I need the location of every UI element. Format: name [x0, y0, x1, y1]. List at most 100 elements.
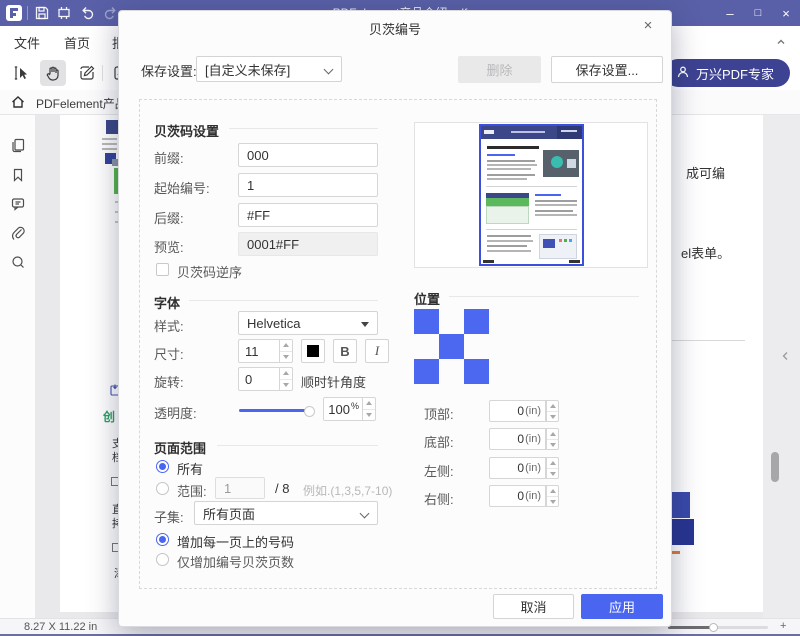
position-cell-middle-right[interactable]: [464, 334, 489, 359]
thumb-header-logo: [484, 130, 494, 134]
thumb-image-detail: [551, 156, 563, 168]
collapse-ribbon-icon[interactable]: [776, 34, 786, 44]
position-cell-center[interactable]: [439, 334, 464, 359]
reverse-order-checkbox[interactable]: [156, 263, 169, 276]
app-logo-icon: [6, 5, 22, 21]
position-cell-top-left[interactable]: [414, 309, 439, 334]
minimize-button[interactable]: –: [716, 0, 744, 26]
delete-settings-button[interactable]: 删除: [458, 56, 541, 83]
zoom-slider-track[interactable]: [668, 626, 768, 629]
save-icon[interactable]: [34, 5, 50, 21]
pages-panel-icon[interactable]: [10, 137, 26, 153]
menu-item-file[interactable]: 文件: [14, 33, 40, 52]
cancel-button[interactable]: 取消: [493, 594, 574, 619]
bold-button[interactable]: B: [333, 339, 357, 363]
margin-top-spinner[interactable]: [546, 400, 559, 422]
expert-account-button[interactable]: 万兴PDF专家: [664, 59, 790, 87]
start-number-input[interactable]: [238, 173, 378, 197]
font-color-swatch: [307, 345, 319, 357]
search-icon[interactable]: [10, 254, 26, 270]
thumb-image-detail: [564, 239, 567, 242]
undo-icon[interactable]: [80, 5, 96, 21]
maximize-button[interactable]: □: [744, 0, 772, 26]
font-color-button[interactable]: [301, 339, 325, 363]
prefix-input[interactable]: [238, 143, 378, 167]
zoom-slider-thumb[interactable]: [709, 623, 718, 632]
attachment-icon[interactable]: [10, 225, 26, 241]
save-settings-button[interactable]: 保存设置...: [551, 56, 663, 83]
total-pages-label: / 8: [275, 481, 289, 496]
rotate-spinner[interactable]: 0: [238, 367, 293, 391]
position-cell-bottom-right[interactable]: [464, 359, 489, 384]
edit-tool-icon[interactable]: [74, 60, 100, 86]
thumb-text-line: [487, 160, 535, 162]
redo-icon[interactable]: [102, 5, 118, 21]
spinner-up-icon[interactable]: [547, 429, 558, 440]
range-all-label: 所有: [177, 459, 203, 478]
margin-bottom-input[interactable]: 0(in): [489, 428, 546, 450]
margin-bottom-spinner[interactable]: [546, 428, 559, 450]
spinner-down-icon[interactable]: [363, 410, 375, 421]
spinner-up-icon[interactable]: [280, 340, 292, 352]
suffix-input[interactable]: [238, 203, 378, 227]
close-window-button[interactable]: ×: [772, 0, 800, 26]
snapshot-icon[interactable]: [56, 5, 72, 21]
comment-icon[interactable]: [10, 196, 26, 212]
spinner-up-icon[interactable]: [547, 401, 558, 412]
subset-select[interactable]: 所有页面: [194, 501, 378, 525]
select-tool-icon[interactable]: [8, 60, 34, 86]
spinner-down-icon[interactable]: [547, 440, 558, 450]
font-size-spinner[interactable]: 11: [238, 339, 293, 363]
menu-item-home[interactable]: 首页: [64, 33, 90, 52]
position-cell-top-right[interactable]: [464, 309, 489, 334]
margin-left-spinner[interactable]: [546, 457, 559, 479]
page-preview-box: [414, 122, 648, 268]
dialog-close-icon[interactable]: ×: [639, 17, 657, 35]
apply-button[interactable]: 应用: [581, 594, 663, 619]
spinner-up-icon[interactable]: [363, 398, 375, 410]
font-style-select[interactable]: Helvetica: [238, 311, 378, 335]
spinner-down-icon[interactable]: [547, 469, 558, 479]
spinner-up-icon[interactable]: [547, 486, 558, 497]
range-custom-label: 范围:: [177, 481, 207, 500]
spinner-down-icon[interactable]: [280, 352, 292, 363]
page-blue-block: [672, 492, 690, 518]
position-cell-middle-left[interactable]: [414, 334, 439, 359]
thumb-text-line: [535, 204, 577, 206]
range-custom-radio[interactable]: [156, 482, 169, 495]
opacity-spinner[interactable]: 100%: [323, 397, 376, 421]
position-cell-bottom-center[interactable]: [439, 359, 464, 384]
spinner-up-icon[interactable]: [547, 458, 558, 469]
position-cell-bottom-left[interactable]: [414, 359, 439, 384]
margin-top-input[interactable]: 0(in): [489, 400, 546, 422]
increase-every-radio[interactable]: [156, 533, 169, 546]
page-text-fragment: 成可编: [686, 163, 725, 182]
spinner-down-icon[interactable]: [547, 412, 558, 422]
spinner-down-icon[interactable]: [280, 380, 292, 391]
margin-right-input[interactable]: 0(in): [489, 485, 546, 507]
bookmark-icon[interactable]: [10, 167, 26, 183]
italic-button[interactable]: I: [365, 339, 389, 363]
margin-left-input[interactable]: 0(in): [489, 457, 546, 479]
home-icon[interactable]: [10, 94, 26, 115]
margin-right-spinner[interactable]: [546, 485, 559, 507]
spinner-up-icon[interactable]: [280, 368, 292, 380]
position-cell-top-center[interactable]: [439, 309, 464, 334]
thumb-image-detail: [543, 239, 555, 248]
thumb-bates-mark-right: [569, 260, 580, 263]
hand-tool-icon[interactable]: [40, 60, 66, 86]
range-input[interactable]: [215, 477, 265, 499]
vertical-scrollbar[interactable]: [771, 452, 779, 482]
zoom-in-icon[interactable]: +: [780, 620, 786, 632]
save-settings-select[interactable]: [自定义未保存]: [196, 56, 342, 82]
margin-right-label: 右侧:: [424, 489, 454, 508]
panel-expand-icon[interactable]: [781, 348, 789, 366]
rotate-label: 旋转:: [154, 372, 184, 391]
opacity-slider[interactable]: [239, 409, 311, 412]
thumb-header-block: [557, 126, 582, 139]
increase-only-radio[interactable]: [156, 553, 169, 566]
spinner-down-icon[interactable]: [547, 497, 558, 507]
range-all-radio[interactable]: [156, 460, 169, 473]
pdfelement-window: PDFelement产品介绍.pdf – □ × 文件 首页 批注: [0, 0, 800, 636]
thumb-bates-mark-left: [483, 260, 494, 263]
